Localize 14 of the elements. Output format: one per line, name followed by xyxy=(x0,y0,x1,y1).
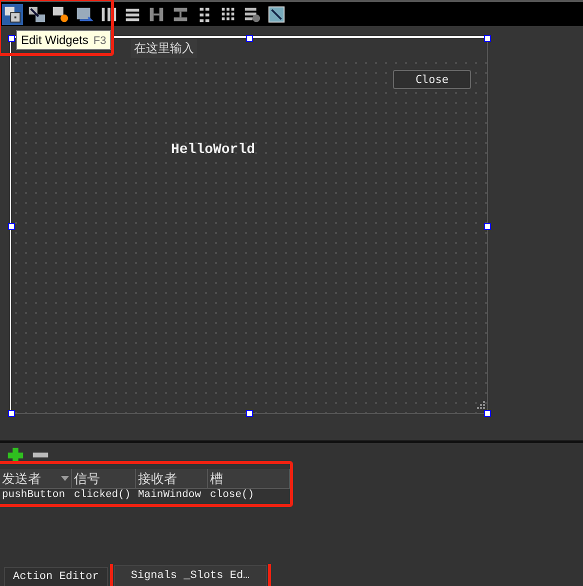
hello-label: HelloWorld xyxy=(171,142,256,158)
column-header[interactable]: 信号 xyxy=(72,469,136,489)
menu-item[interactable]: 在这里输入 xyxy=(131,38,197,58)
column-header[interactable]: 槽 xyxy=(208,469,290,489)
shortcut-text: F3 xyxy=(93,35,106,47)
tooltip-text: Edit Widgets xyxy=(21,33,88,47)
column-header[interactable]: 接收者 xyxy=(136,469,208,489)
table-cell-text: pushButton xyxy=(1,489,66,503)
column-header[interactable]: 发送者 xyxy=(0,469,72,489)
table-cell-text: clicked() xyxy=(73,489,132,503)
table-cell-text: close() xyxy=(209,489,256,503)
table-cell-text: MainWindow xyxy=(137,489,202,503)
editor-tab[interactable]: Action Editor xyxy=(4,567,108,586)
close-button[interactable]: Close xyxy=(393,70,471,89)
